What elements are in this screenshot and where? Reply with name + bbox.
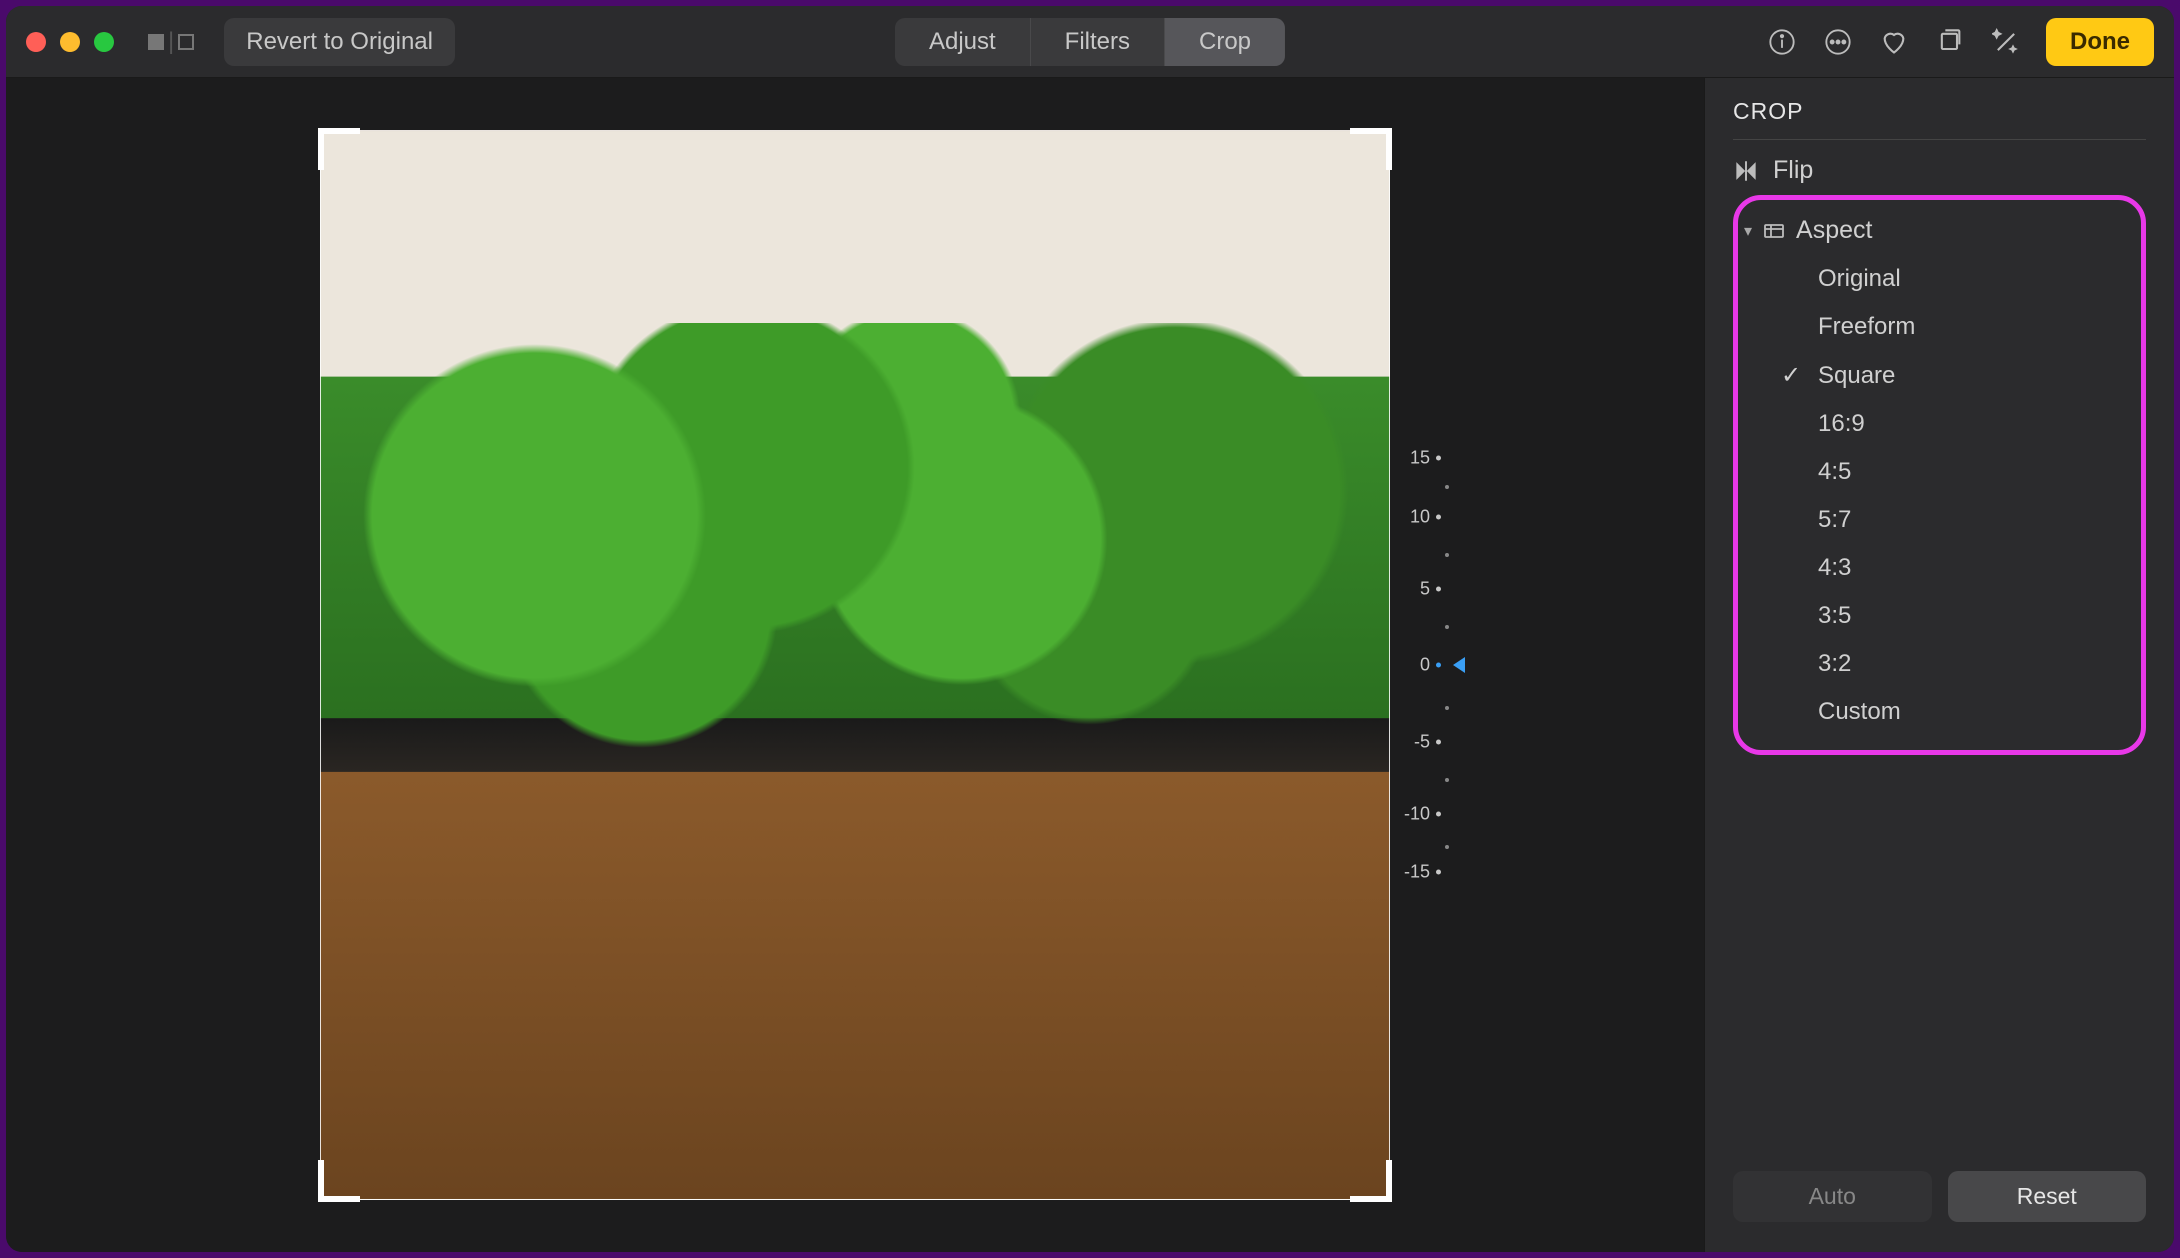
chevron-down-icon: ▾: [1744, 221, 1752, 241]
aspect-options-list: Original Freeform ✓Square 16:9 4:5 5:7 4…: [1744, 255, 2135, 736]
reset-button[interactable]: Reset: [1948, 1171, 2147, 1222]
toolbar: | Revert to Original Adjust Filters Crop: [6, 6, 2174, 78]
aspect-option-4-5[interactable]: 4:5: [1780, 448, 2135, 496]
dial-tick-label: 5: [1420, 578, 1430, 599]
crop-sidepanel: CROP Flip ▾ Aspect Original Freeform ✓Sq…: [1704, 78, 2174, 1252]
tab-crop[interactable]: Crop: [1165, 18, 1285, 66]
aspect-option-16-9[interactable]: 16:9: [1780, 400, 2135, 448]
aspect-option-3-2[interactable]: 3:2: [1780, 640, 2135, 688]
auto-enhance-icon[interactable]: [1990, 26, 2022, 58]
more-icon[interactable]: [1822, 26, 1854, 58]
crop-handle-tl[interactable]: [318, 128, 360, 170]
auto-button[interactable]: Auto: [1733, 1171, 1932, 1222]
dial-tick-label: 10: [1410, 506, 1430, 527]
dial-pointer-icon: [1453, 657, 1465, 673]
aspect-option-5-7[interactable]: 5:7: [1780, 496, 2135, 544]
fullscreen-window-button[interactable]: [94, 32, 114, 52]
favorite-icon[interactable]: [1878, 26, 1910, 58]
dial-tick-label: 15: [1410, 448, 1430, 469]
flip-icon: [1733, 158, 1759, 184]
thumbnail-view-icon: [148, 34, 164, 50]
canvas-area: 15 10 5 0 -5 -10 -15: [6, 78, 1704, 1252]
crop-handle-tr[interactable]: [1350, 128, 1392, 170]
view-toggle[interactable]: |: [148, 28, 194, 56]
crop-frame[interactable]: 15 10 5 0 -5 -10 -15: [320, 130, 1390, 1200]
flip-row[interactable]: Flip: [1733, 140, 2146, 201]
done-button[interactable]: Done: [2046, 18, 2154, 66]
aspect-highlight: ▾ Aspect Original Freeform ✓Square 16:9 …: [1733, 195, 2146, 755]
straighten-dial[interactable]: 15 10 5 0 -5 -10 -15: [1391, 440, 1471, 890]
crop-handle-bl[interactable]: [318, 1160, 360, 1202]
aspect-icon: [1762, 219, 1786, 243]
dial-tick-label: -10: [1404, 803, 1430, 824]
dial-tick-label: 0: [1420, 655, 1430, 676]
edit-tabs: Adjust Filters Crop: [895, 18, 1285, 66]
aspect-option-freeform[interactable]: Freeform: [1780, 303, 2135, 351]
aspect-option-3-5[interactable]: 3:5: [1780, 592, 2135, 640]
panel-title: CROP: [1733, 98, 2146, 140]
single-view-icon: [178, 34, 194, 50]
flip-label: Flip: [1773, 156, 1813, 185]
info-icon[interactable]: [1766, 26, 1798, 58]
panel-footer: Auto Reset: [1733, 1171, 2146, 1232]
aspect-label: Aspect: [1796, 216, 1872, 245]
toolbar-actions: Done: [1766, 18, 2154, 66]
revert-button[interactable]: Revert to Original: [224, 18, 455, 66]
close-window-button[interactable]: [26, 32, 46, 52]
rotate-icon[interactable]: [1934, 26, 1966, 58]
aspect-option-4-3[interactable]: 4:3: [1780, 544, 2135, 592]
dial-tick-label: -5: [1414, 731, 1430, 752]
window-controls: [26, 32, 114, 52]
aspect-option-original[interactable]: Original: [1780, 255, 2135, 303]
crop-handle-br[interactable]: [1350, 1160, 1392, 1202]
content-area: 15 10 5 0 -5 -10 -15 CROP: [6, 78, 2174, 1252]
dial-tick-label: -15: [1404, 862, 1430, 883]
aspect-option-custom[interactable]: Custom: [1780, 688, 2135, 736]
app-window: | Revert to Original Adjust Filters Crop: [6, 6, 2174, 1252]
tab-adjust[interactable]: Adjust: [895, 18, 1031, 66]
checkmark-icon: ✓: [1780, 361, 1802, 390]
aspect-option-square[interactable]: ✓Square: [1780, 351, 2135, 400]
tab-filters[interactable]: Filters: [1031, 18, 1165, 66]
aspect-row[interactable]: ▾ Aspect: [1744, 208, 2135, 255]
minimize-window-button[interactable]: [60, 32, 80, 52]
